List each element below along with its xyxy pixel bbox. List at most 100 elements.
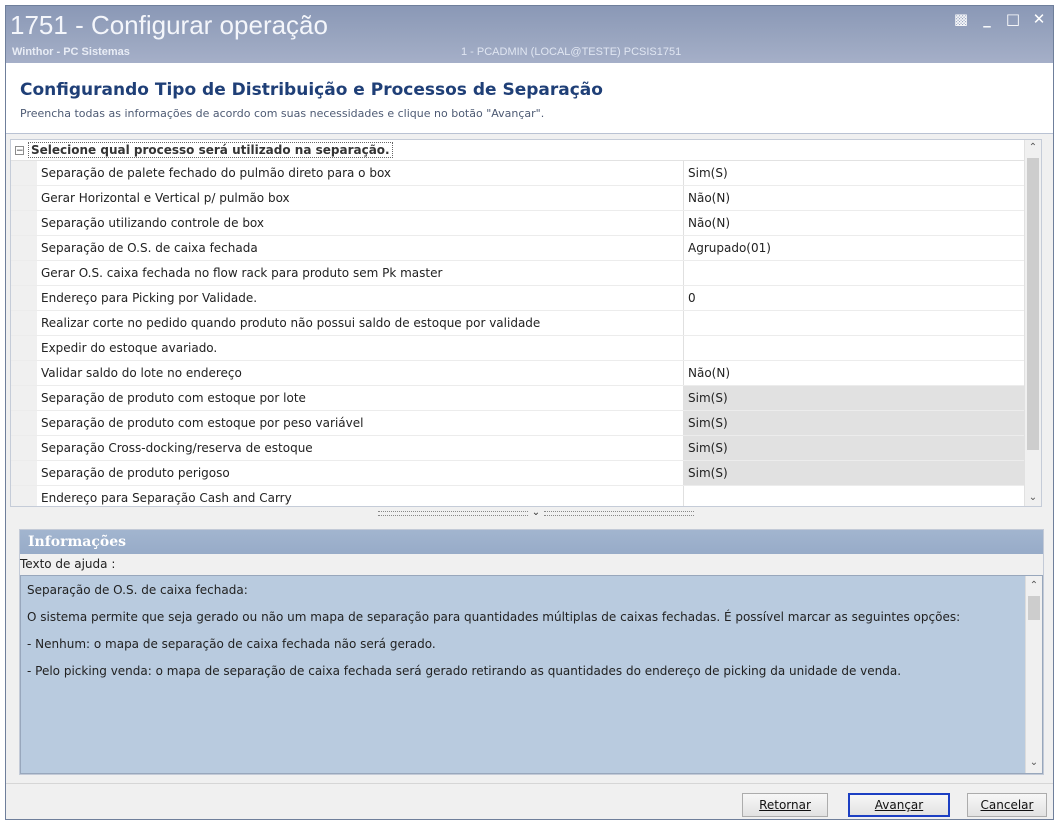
- property-name: Expedir do estoque avariado.: [37, 336, 684, 360]
- property-value[interactable]: [684, 486, 1025, 506]
- row-gutter: [11, 436, 37, 460]
- property-row[interactable]: Validar saldo do lote no endereço Não(N): [11, 361, 1025, 386]
- scroll-up-icon[interactable]: ⌃: [1026, 578, 1042, 594]
- property-row[interactable]: Separação de O.S. de caixa fechada Agrupa…: [11, 236, 1025, 261]
- row-gutter: [11, 261, 37, 285]
- property-row[interactable]: Separação de produto perigoso Sim(S): [11, 461, 1025, 486]
- property-value[interactable]: Sim(S): [684, 461, 1025, 485]
- property-grid: − Selecione qual processo será utilizado…: [10, 139, 1042, 507]
- category-label: Selecione qual processo será utilizado n…: [28, 142, 393, 158]
- property-name: Endereço para Separação Cash and Carry: [37, 486, 684, 506]
- info-panel-title: Informações: [20, 530, 1043, 554]
- property-value[interactable]: Não(N): [684, 186, 1025, 210]
- property-row[interactable]: Separação utilizando controle de box Não(…: [11, 211, 1025, 236]
- property-value[interactable]: Sim(S): [684, 386, 1025, 410]
- grid-scrollbar[interactable]: ⌃ ⌄: [1024, 140, 1041, 506]
- help-text-content: Separação de O.S. de caixa fechada: O sis…: [27, 582, 1017, 690]
- next-button-label: Avançar: [874, 798, 924, 812]
- help-text-label: Texto de ajuda :: [20, 557, 116, 571]
- property-row[interactable]: Separação de produto com estoque por lot…: [11, 386, 1025, 411]
- window-controls: ▩ _ □ ✕: [953, 10, 1047, 28]
- back-button-label: Retornar: [759, 798, 811, 812]
- collapse-icon[interactable]: −: [15, 145, 24, 155]
- row-gutter: [11, 411, 37, 435]
- property-value[interactable]: Sim(S): [684, 161, 1025, 185]
- property-row[interactable]: Endereço para Separação Cash and Carry: [11, 486, 1025, 506]
- close-icon[interactable]: ✕: [1031, 10, 1047, 28]
- property-name: Endereço para Picking por Validade.: [37, 286, 684, 310]
- property-value[interactable]: [684, 261, 1025, 285]
- restore-icon[interactable]: ▩: [953, 10, 969, 28]
- wizard-header: Configurando Tipo de Distribuição e Proc…: [6, 63, 1053, 134]
- property-name: Separação Cross-docking/reserva de estoq…: [37, 436, 684, 460]
- property-name: Separação de produto com estoque por lot…: [37, 386, 684, 410]
- property-name: Separação de produto perigoso: [37, 461, 684, 485]
- chevron-down-icon[interactable]: ⌄: [532, 508, 540, 518]
- property-name: Validar saldo do lote no endereço: [37, 361, 684, 385]
- help-paragraph: - Nenhum: o mapa de separação de caixa f…: [27, 637, 436, 651]
- row-gutter: [11, 311, 37, 335]
- property-value[interactable]: 0: [684, 286, 1025, 310]
- property-row[interactable]: Separação Cross-docking/reserva de estoq…: [11, 436, 1025, 461]
- help-text-box[interactable]: Separação de O.S. de caixa fechada: O sis…: [20, 575, 1043, 774]
- scroll-up-icon[interactable]: ⌃: [1025, 140, 1041, 156]
- property-row[interactable]: Endereço para Picking por Validade. 0: [11, 286, 1025, 311]
- property-name: Realizar corte no pedido quando produto …: [37, 311, 684, 335]
- button-bar: Retornar Avançar Cancelar: [6, 783, 1053, 819]
- property-value[interactable]: [684, 311, 1025, 335]
- property-value[interactable]: Não(N): [684, 361, 1025, 385]
- property-row[interactable]: Separação de palete fechado do pulmão di…: [11, 161, 1025, 186]
- row-gutter: [11, 161, 37, 185]
- configure-operation-window: 1751 - Configurar operação Winthor - PC …: [5, 5, 1054, 820]
- property-row[interactable]: Expedir do estoque avariado.: [11, 336, 1025, 361]
- property-row[interactable]: Gerar Horizontal e Vertical p/ pulmão bo…: [11, 186, 1025, 211]
- grid-scroll-thumb[interactable]: [1027, 158, 1039, 450]
- back-button[interactable]: Retornar: [742, 793, 828, 817]
- row-gutter: [11, 486, 37, 506]
- cancel-button[interactable]: Cancelar: [967, 793, 1047, 817]
- property-value[interactable]: [684, 336, 1025, 360]
- window-title: 1751 - Configurar operação: [10, 10, 328, 40]
- scroll-down-icon[interactable]: ⌄: [1025, 490, 1041, 506]
- row-gutter: [11, 211, 37, 235]
- page-description: Preencha todas as informações de acordo …: [20, 107, 545, 120]
- splitter-grip-left: [377, 510, 528, 516]
- row-gutter: [11, 186, 37, 210]
- panel-splitter[interactable]: ⌄: [376, 508, 696, 518]
- row-gutter: [11, 386, 37, 410]
- property-row[interactable]: Separação de produto com estoque por pes…: [11, 411, 1025, 436]
- help-scrollbar[interactable]: ⌃ ⌄: [1025, 576, 1042, 773]
- property-name: Separação utilizando controle de box: [37, 211, 684, 235]
- category-row[interactable]: − Selecione qual processo será utilizado…: [11, 140, 1025, 161]
- row-gutter: [11, 461, 37, 485]
- page-title: Configurando Tipo de Distribuição e Proc…: [20, 80, 603, 100]
- property-value[interactable]: Não(N): [684, 211, 1025, 235]
- row-gutter: [11, 361, 37, 385]
- next-button[interactable]: Avançar: [848, 793, 950, 817]
- row-gutter: [11, 236, 37, 260]
- splitter-grip-right: [544, 510, 695, 516]
- scroll-down-icon[interactable]: ⌄: [1026, 755, 1042, 771]
- help-scroll-thumb[interactable]: [1028, 596, 1040, 620]
- property-value[interactable]: Sim(S): [684, 436, 1025, 460]
- property-name: Separação de O.S. de caixa fechada: [37, 236, 684, 260]
- property-value[interactable]: Agrupado(01): [684, 236, 1025, 260]
- info-panel: Informações Texto de ajuda : Separação d…: [19, 529, 1044, 775]
- property-name: Gerar Horizontal e Vertical p/ pulmão bo…: [37, 186, 684, 210]
- session-info: 1 - PCADMIN (LOCAL@TESTE) PCSIS1751: [461, 46, 682, 58]
- minimize-icon[interactable]: _: [979, 10, 995, 28]
- help-paragraph: O sistema permite que seja gerado ou não…: [27, 610, 961, 624]
- title-bar[interactable]: 1751 - Configurar operação Winthor - PC …: [6, 6, 1053, 63]
- cancel-button-label: Cancelar: [980, 798, 1034, 812]
- window-subtitle: Winthor - PC Sistemas: [12, 46, 130, 58]
- row-gutter: [11, 286, 37, 310]
- property-name: Gerar O.S. caixa fechada no flow rack pa…: [37, 261, 684, 285]
- property-row[interactable]: Realizar corte no pedido quando produto …: [11, 311, 1025, 336]
- maximize-icon[interactable]: □: [1005, 10, 1021, 28]
- property-value[interactable]: Sim(S): [684, 411, 1025, 435]
- property-name: Separação de palete fechado do pulmão di…: [37, 161, 684, 185]
- property-row[interactable]: Gerar O.S. caixa fechada no flow rack pa…: [11, 261, 1025, 286]
- property-grid-rows: − Selecione qual processo será utilizado…: [11, 140, 1025, 506]
- help-paragraph: Separação de O.S. de caixa fechada:: [27, 583, 248, 597]
- row-gutter: [11, 336, 37, 360]
